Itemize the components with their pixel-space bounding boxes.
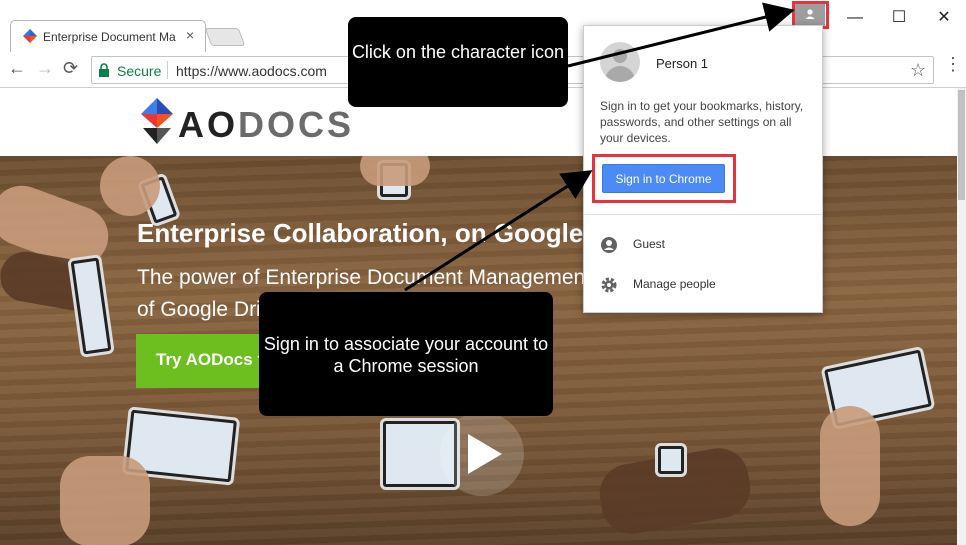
minimize-button[interactable]: —: [840, 6, 870, 30]
hero-title: Enterprise Collaboration, on Google: [137, 218, 584, 248]
url-text[interactable]: https://www.aodocs.com: [176, 63, 327, 79]
signin-description: Sign in to get your bookmarks, history, …: [600, 99, 804, 145]
guest-label: Guest: [633, 237, 666, 251]
callout-click-character-icon: Click on the character icon: [348, 17, 568, 107]
hand-image: [100, 156, 160, 216]
bookmark-star-icon[interactable]: ☆: [910, 60, 926, 81]
play-icon: [468, 434, 502, 474]
hero-subtitle-line: The power of Enterprise Document Managem…: [137, 266, 586, 289]
aodocs-favicon-icon: [23, 29, 37, 43]
hand-image: [360, 156, 430, 186]
manage-people-menu-item[interactable]: Manage people: [584, 266, 822, 302]
secure-label: Secure: [117, 63, 162, 79]
callout-sign-in: Sign in to associate your account to a C…: [259, 292, 553, 416]
chrome-menu-icon[interactable]: ⋮: [944, 55, 962, 73]
page-scrollbar[interactable]: [957, 88, 966, 545]
phone-image: [655, 443, 687, 477]
tab-title: Enterprise Document Ma: [43, 30, 176, 44]
avatar: [600, 42, 640, 82]
logo-ao: AO: [178, 104, 238, 145]
hand-image: [820, 406, 880, 526]
scrollbar-thumb[interactable]: [958, 90, 965, 200]
forward-button[interactable]: →: [36, 58, 54, 79]
back-button[interactable]: ←: [8, 58, 26, 79]
aodocs-logo-icon[interactable]: [139, 98, 175, 144]
maximize-button[interactable]: ☐: [884, 6, 914, 30]
sign-in-to-chrome-button[interactable]: Sign in to Chrome: [602, 164, 725, 193]
tab-aodocs[interactable]: Enterprise Document Ma ×: [10, 20, 206, 52]
new-tab-button[interactable]: [204, 28, 246, 46]
reload-button[interactable]: ⟳: [63, 58, 78, 79]
gear-icon: [601, 277, 617, 293]
tab-close-icon[interactable]: ×: [186, 27, 194, 43]
manage-people-label: Manage people: [633, 277, 716, 291]
profile-name[interactable]: Person 1: [656, 56, 708, 71]
close-window-button[interactable]: ✕: [929, 6, 959, 30]
hand-image: [60, 456, 150, 545]
aodocs-logo-text[interactable]: AODOCS: [178, 104, 354, 146]
guest-menu-item[interactable]: Guest: [584, 226, 822, 262]
url-separator: [167, 61, 168, 79]
person-circle-icon: [601, 237, 617, 253]
divider: [584, 214, 822, 215]
profile-menu-popup: Person 1 Sign in to get your bookmarks, …: [583, 25, 823, 313]
logo-docs: DOCS: [238, 104, 355, 145]
lock-icon: [99, 63, 109, 77]
